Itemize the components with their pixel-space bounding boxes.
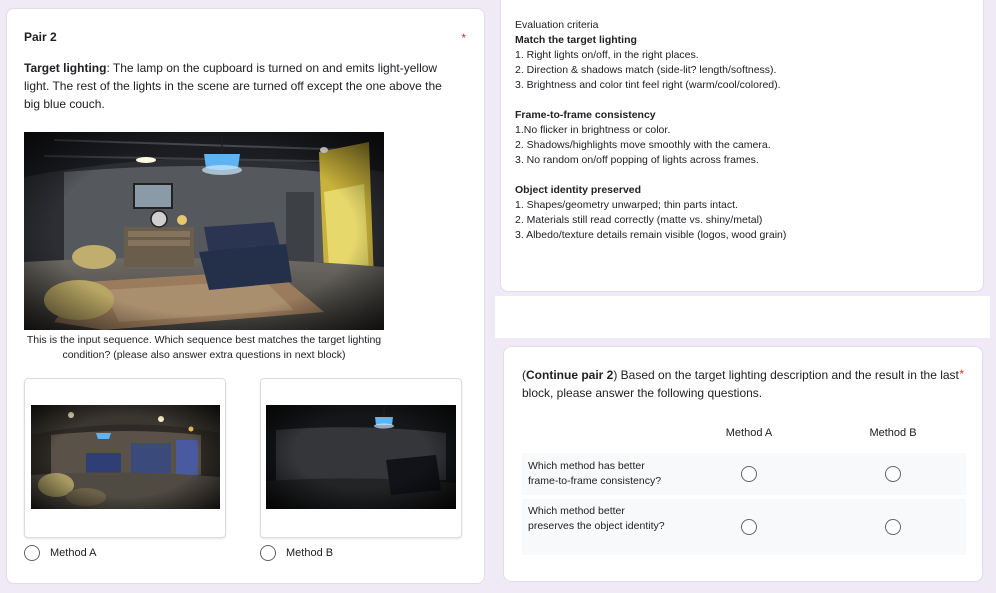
grid-row-label: Which method better preserves the object…	[528, 505, 665, 532]
criteria-section-consistency: Frame-to-frame consistency 1.No flicker …	[515, 108, 786, 168]
criteria-heading: Evaluation criteria	[515, 19, 599, 31]
continue-question-text: (Continue pair 2) Based on the target li…	[522, 366, 962, 402]
method-a-image	[31, 405, 220, 509]
criteria-section-title: Frame-to-frame consistency	[515, 109, 656, 121]
criteria-item: 2. Materials still read correctly (matte…	[515, 214, 763, 226]
criteria-item: 1. Shapes/geometry unwarped; thin parts …	[515, 199, 738, 211]
section-divider	[495, 296, 990, 338]
method-b-option[interactable]: Method B	[260, 545, 333, 561]
grid-row-label: Which method has better frame-to-frame c…	[528, 460, 662, 487]
criteria-item: 3. Albedo/texture details remain visible…	[515, 229, 787, 241]
method-a-option[interactable]: Method A	[24, 545, 96, 561]
question-description: Target lighting: The lamp on the cupboar…	[24, 59, 454, 113]
method-a-radio[interactable]	[24, 545, 40, 561]
target-lighting-label: Target lighting	[24, 61, 107, 75]
consistency-method-b-radio[interactable]	[885, 466, 901, 482]
continue-question-card: (Continue pair 2) Based on the target li…	[503, 346, 983, 582]
identity-method-b-radio[interactable]	[885, 519, 901, 535]
method-b-label: Method B	[286, 547, 334, 559]
criteria-item: 1.No flicker in brightness or color.	[515, 124, 671, 136]
criteria-body: Evaluation criteria Match the target lig…	[515, 18, 786, 258]
grid-column-method-b: Method B	[869, 427, 917, 439]
criteria-section-identity: Object identity preserved 1. Shapes/geom…	[515, 183, 786, 243]
criteria-item: 1. Right lights on/off, in the right pla…	[515, 49, 699, 61]
identity-method-a-radio[interactable]	[741, 519, 757, 535]
criteria-section-title: Match the target lighting	[515, 34, 637, 46]
criteria-item: 2. Direction & shadows match (side-lit? …	[515, 64, 777, 76]
required-marker: *	[959, 367, 964, 381]
continue-bold: Continue pair 2	[526, 368, 614, 382]
criteria-item: 3. No random on/off popping of lights ac…	[515, 154, 759, 166]
grid-row-consistency: Which method has better frame-to-frame c…	[522, 453, 966, 495]
consistency-method-a-radio[interactable]	[741, 466, 757, 482]
criteria-item: 3. Brightness and color tint feel right …	[515, 79, 781, 91]
method-b-radio[interactable]	[260, 545, 276, 561]
evaluation-criteria-card: Evaluation criteria Match the target lig…	[500, 0, 984, 292]
grid-row-identity: Which method better preserves the object…	[522, 499, 966, 555]
method-a-label: Method A	[50, 547, 97, 559]
input-sequence-image	[24, 132, 384, 330]
criteria-section-title: Object identity preserved	[515, 184, 642, 196]
question-card-pair-2: Pair 2 * Target lighting: The lamp on th…	[6, 8, 485, 584]
grid-column-method-a: Method A	[725, 427, 773, 439]
method-b-image	[266, 405, 456, 509]
required-marker: *	[461, 31, 466, 45]
criteria-section-lighting: Match the target lighting 1. Right light…	[515, 33, 786, 93]
option-card-method-a[interactable]	[24, 378, 226, 538]
input-caption: This is the input sequence. Which sequen…	[26, 334, 382, 361]
option-card-method-b[interactable]	[260, 378, 462, 538]
criteria-item: 2. Shadows/highlights move smoothly with…	[515, 139, 771, 151]
question-title: Pair 2	[24, 30, 57, 44]
